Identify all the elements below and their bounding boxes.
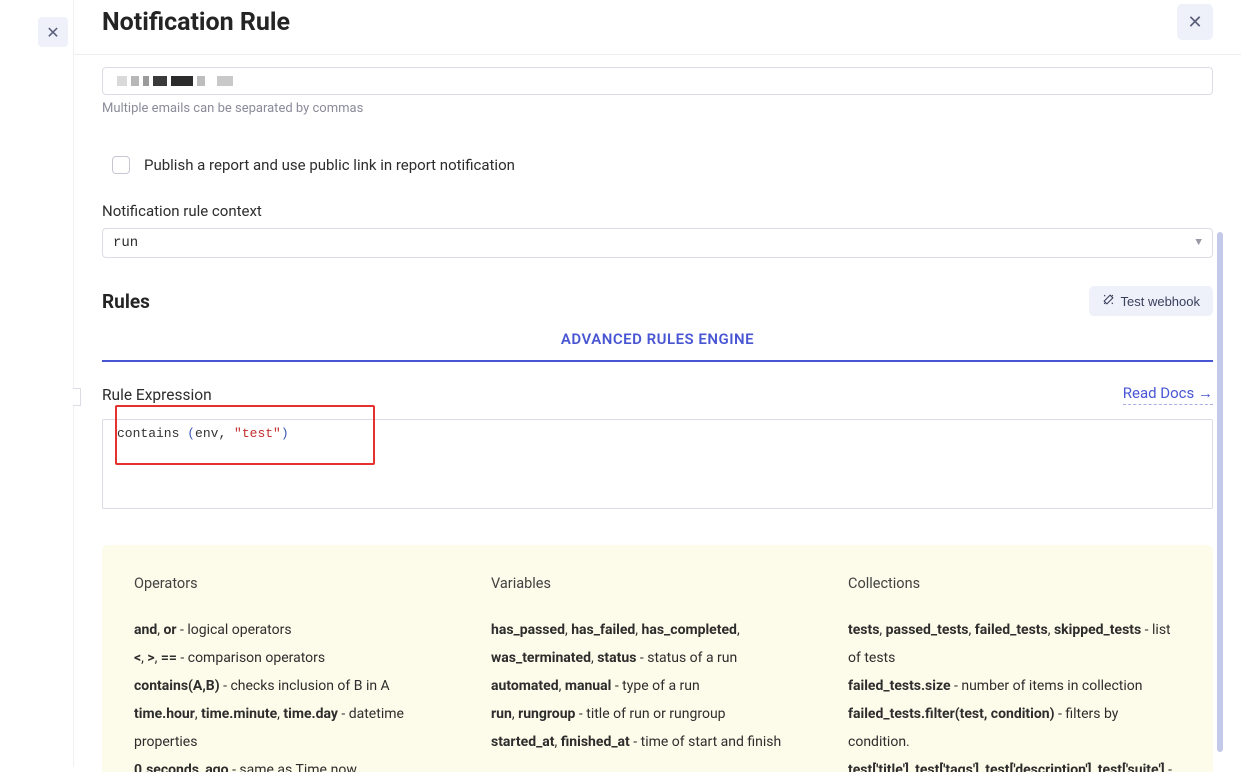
ref-term: failed_tests.size [848,678,951,694]
background-fragment [73,388,81,406]
ref-term: test['title'] [848,762,909,772]
ref-term: has_completed [642,622,737,638]
context-value: run [113,235,138,251]
email-input[interactable] [102,67,1213,95]
variables-column: Variables has_passed, has_failed, has_co… [491,569,824,772]
magic-wand-icon [1102,293,1115,309]
ref-term: or [163,622,176,638]
operators-column: Operators and, or - logical operators <,… [134,569,467,772]
ref-desc: - title of run or rungroup [575,706,725,722]
ref-term: passed_tests [886,622,969,638]
modal-header: Notification Rule ✕ [74,0,1241,55]
ref-term: and [134,622,157,638]
context-select[interactable]: run ▼ [102,228,1213,258]
code-paren: ) [281,426,289,441]
ref-term: == [161,650,177,666]
ref-term: has_passed [491,622,565,638]
ref-term: has_failed [571,622,635,638]
code-line: contains (env, "test") [103,420,1212,447]
ref-desc: - logical operators [177,622,292,638]
ref-term: automated [491,678,559,694]
redacted-text [117,76,127,86]
ref-term: 0.seconds_ago [134,762,229,772]
operators-title: Operators [134,569,467,598]
redacted-text [131,76,139,86]
redacted-text [217,76,233,86]
ref-term: test['tags'] [915,762,979,772]
redacted-text [153,76,167,86]
redacted-text [209,76,213,86]
code-keyword: contains [117,426,179,441]
code-paren: ( [179,426,195,441]
modal-close-button[interactable]: ✕ [1177,4,1213,40]
ref-desc: - number of items in collection [951,678,1143,694]
ref-term: started_at [491,734,555,750]
ref-term: finished_at [561,734,630,750]
ref-term: rungroup [518,706,575,722]
scrollbar[interactable] [1217,232,1223,752]
publish-report-label: Publish a report and use public link in … [144,156,515,174]
publish-report-row: Publish a report and use public link in … [102,156,1213,174]
ref-term: failed_tests.filter(test, condition) [848,706,1055,722]
ref-term: skipped_tests [1054,622,1141,638]
read-docs-link[interactable]: Read Docs → [1123,384,1213,405]
ref-term: < [134,650,141,666]
notification-rule-modal: Notification Rule ✕ Multiple emails can … [73,0,1241,767]
email-help-text: Multiple emails can be separated by comm… [102,101,1213,116]
code-comma: , [218,426,234,441]
ref-term: status [597,650,636,666]
expression-label: Rule Expression [102,386,212,404]
rules-title: Rules [102,290,150,313]
collections-title: Collections [848,569,1181,598]
ref-term: test['suite'] [1098,762,1165,772]
redacted-text [171,76,193,86]
rules-header: Rules Test webhook [102,286,1213,316]
advanced-rules-tab[interactable]: ADVANCED RULES ENGINE [102,330,1213,362]
ref-desc: - type of a run [611,678,699,694]
ref-desc: - time of start and finish [630,734,781,750]
collections-column: Collections tests, passed_tests, failed_… [848,569,1181,772]
ref-term: tests [848,622,879,638]
reference-panel: Operators and, or - logical operators <,… [102,545,1213,772]
ref-term: failed_tests [975,622,1048,638]
ref-term: time.day [283,706,338,722]
modal-body: Multiple emails can be separated by comm… [74,55,1241,772]
ref-term: time.hour [134,706,195,722]
ref-term: run [491,706,512,722]
test-webhook-button[interactable]: Test webhook [1089,286,1214,316]
outer-close-button[interactable]: ✕ [38,17,68,47]
ref-desc: - status of a run [636,650,737,666]
publish-report-checkbox[interactable] [112,156,130,174]
redacted-text [143,76,149,86]
redacted-text [197,76,205,86]
test-webhook-label: Test webhook [1121,294,1201,309]
rule-expression-editor[interactable]: contains (env, "test") [102,419,1213,509]
ref-desc: - checks inclusion of B in A [220,678,390,694]
close-icon: ✕ [1187,12,1202,33]
ref-term: contains(A,B) [134,678,220,694]
ref-term: was_terminated [491,650,591,666]
ref-desc: - comparison operators [177,650,325,666]
ref-desc: - same as Time.now [229,762,357,772]
chevron-down-icon: ▼ [1195,237,1202,249]
ref-term: time.minute [201,706,277,722]
expression-row: Rule Expression Read Docs → [102,384,1213,405]
ref-term: > [147,650,154,666]
code-string: "test" [234,426,281,441]
variables-title: Variables [491,569,824,598]
context-label: Notification rule context [102,202,1213,220]
close-icon: ✕ [46,23,59,42]
ref-term: test['description'] [985,762,1091,772]
modal-title: Notification Rule [102,8,290,37]
code-var: env [195,426,218,441]
ref-term: manual [565,678,612,694]
